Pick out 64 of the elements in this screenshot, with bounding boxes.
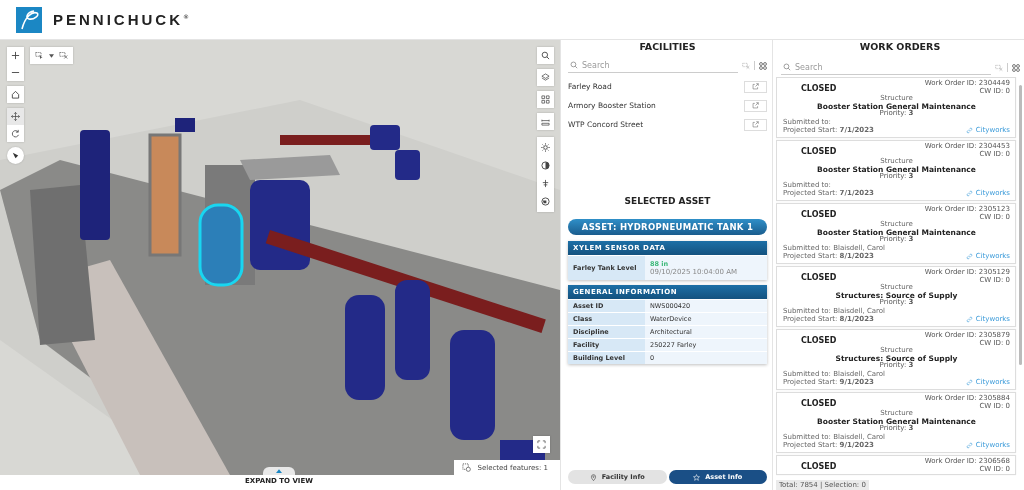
- search-button[interactable]: [537, 47, 554, 64]
- pan-button[interactable]: [7, 108, 24, 125]
- work-orders-title: WORK ORDERS: [858, 40, 942, 54]
- select-icon[interactable]: [35, 51, 44, 60]
- search-icon: [570, 61, 578, 69]
- star-icon: [693, 473, 701, 481]
- grid-view-icon[interactable]: [1012, 63, 1020, 72]
- facilities-title: FACILITIES: [638, 40, 697, 54]
- logo-icon: [16, 6, 42, 33]
- status-label: CLOSED: [801, 399, 837, 410]
- grid-view-icon[interactable]: [759, 61, 767, 70]
- search-icon: [783, 63, 791, 71]
- status-label: CLOSED: [801, 210, 837, 221]
- link-icon: [965, 189, 973, 197]
- layers-icon: [541, 73, 550, 82]
- plus-icon: [11, 51, 20, 60]
- status-label: CLOSED: [801, 273, 837, 284]
- clear-selection-icon[interactable]: [59, 51, 68, 60]
- globe-icon: [541, 197, 550, 206]
- measure-button[interactable]: [537, 113, 554, 130]
- open-facility-button[interactable]: [744, 80, 767, 93]
- home-button[interactable]: [7, 86, 24, 103]
- layers-button[interactable]: [537, 69, 554, 86]
- home-icon: [11, 90, 20, 99]
- asset-name-banner: ASSET: HYDROPNEUMATIC TANK 1: [568, 219, 767, 235]
- status-label: CLOSED: [801, 147, 837, 158]
- open-facility-button[interactable]: [744, 99, 767, 112]
- zoom-out-button[interactable]: [7, 64, 24, 81]
- link-icon: [965, 441, 973, 449]
- fullscreen-button[interactable]: [533, 436, 550, 453]
- status-label: CLOSED: [801, 462, 837, 473]
- facility-search-field[interactable]: Search: [568, 58, 738, 73]
- pin-icon: [589, 473, 597, 481]
- status-label: CLOSED: [801, 336, 837, 347]
- slice-icon: [541, 179, 550, 188]
- work-order-search-field[interactable]: Search: [781, 60, 991, 75]
- rotate-icon: [11, 129, 20, 138]
- grid-icon: [541, 95, 550, 104]
- link-icon: [965, 315, 973, 323]
- open-facility-button[interactable]: [744, 118, 767, 131]
- up-triangle-icon: [276, 469, 282, 473]
- contrast-icon: [541, 161, 550, 170]
- zoom-in-button[interactable]: [7, 47, 24, 64]
- external-link-icon: [752, 83, 759, 90]
- basemap-button[interactable]: [537, 193, 554, 210]
- sun-icon: [541, 143, 550, 152]
- search-icon: [541, 51, 550, 60]
- compass-button[interactable]: [7, 147, 24, 164]
- link-icon: [965, 378, 973, 386]
- external-link-icon: [752, 102, 759, 109]
- fullscreen-icon: [537, 440, 546, 449]
- rotate-button[interactable]: [7, 125, 24, 142]
- external-link-icon: [752, 121, 759, 128]
- selection-icon: [462, 463, 472, 472]
- link-icon: [965, 126, 973, 134]
- link-icon: [965, 252, 973, 260]
- brand-name: PENNICHUCK: [53, 11, 183, 28]
- move-icon: [11, 112, 20, 121]
- expand-tab[interactable]: [263, 467, 295, 475]
- selected-asset-title: SELECTED ASSET: [623, 196, 712, 206]
- caret-icon[interactable]: [49, 53, 54, 58]
- grid-button[interactable]: [537, 91, 554, 108]
- ruler-icon: [541, 117, 550, 126]
- status-label: CLOSED: [801, 84, 837, 95]
